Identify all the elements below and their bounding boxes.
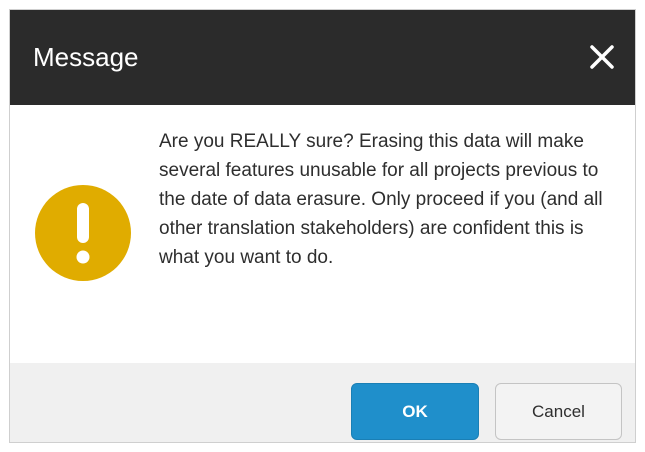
- dialog-footer: OK Cancel: [10, 363, 635, 442]
- message-dialog: Message Are you REALLY sure? Erasing thi…: [9, 9, 636, 443]
- cancel-button[interactable]: Cancel: [495, 383, 622, 440]
- close-icon[interactable]: [585, 40, 619, 74]
- warning-icon: [33, 183, 133, 283]
- dialog-body: Are you REALLY sure? Erasing this data w…: [10, 105, 635, 363]
- ok-button[interactable]: OK: [351, 383, 479, 440]
- dialog-message: Are you REALLY sure? Erasing this data w…: [159, 131, 603, 268]
- dialog-title: Message: [33, 42, 139, 72]
- dialog-titlebar: Message: [10, 10, 635, 105]
